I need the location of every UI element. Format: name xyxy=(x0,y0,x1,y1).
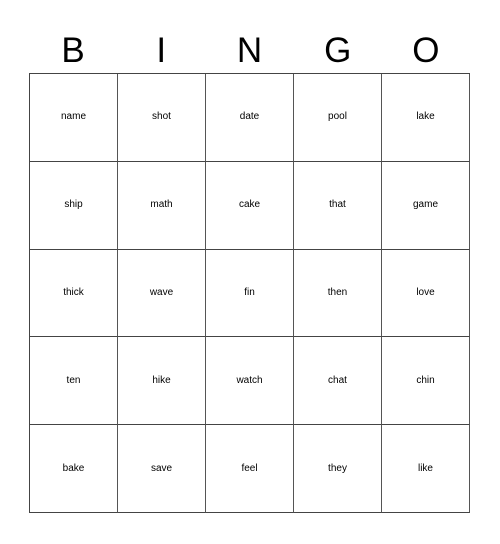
bingo-cell[interactable]: game xyxy=(382,161,470,250)
header-letter-o: O xyxy=(412,30,440,70)
bingo-cell[interactable]: name xyxy=(30,74,118,162)
bingo-cell[interactable]: they xyxy=(294,425,382,513)
bingo-cell[interactable]: fin xyxy=(206,249,294,338)
bingo-cell[interactable]: feel xyxy=(206,425,294,513)
bingo-cell[interactable]: ship xyxy=(30,161,118,250)
bingo-cell[interactable]: then xyxy=(294,249,382,338)
header-letter-b: B xyxy=(61,30,85,70)
bingo-cell[interactable]: bake xyxy=(30,425,118,513)
header-letter-n: N xyxy=(236,30,263,70)
bingo-cell[interactable]: hike xyxy=(118,337,206,426)
bingo-cell[interactable]: shot xyxy=(118,74,206,162)
header-letter-g: G xyxy=(324,30,352,70)
bingo-cell[interactable]: lake xyxy=(382,74,470,162)
bingo-cell[interactable]: watch xyxy=(206,337,294,426)
bingo-grid: name shot date pool lake ship math cake … xyxy=(29,73,470,513)
bingo-cell[interactable]: pool xyxy=(294,74,382,162)
bingo-cell[interactable]: thick xyxy=(30,249,118,338)
bingo-cell[interactable]: save xyxy=(118,425,206,513)
bingo-cell[interactable]: math xyxy=(118,161,206,250)
bingo-cell[interactable]: date xyxy=(206,74,294,162)
bingo-cell[interactable]: like xyxy=(382,425,470,513)
bingo-cell[interactable]: cake xyxy=(206,161,294,250)
bingo-cell[interactable]: wave xyxy=(118,249,206,338)
bingo-cell[interactable]: chat xyxy=(294,337,382,426)
bingo-cell[interactable]: that xyxy=(294,161,382,250)
bingo-cell[interactable]: chin xyxy=(382,337,470,426)
bingo-header: B I N G O xyxy=(29,28,470,72)
header-letter-i: I xyxy=(156,30,167,70)
bingo-cell[interactable]: love xyxy=(382,249,470,338)
bingo-cell[interactable]: ten xyxy=(30,337,118,426)
